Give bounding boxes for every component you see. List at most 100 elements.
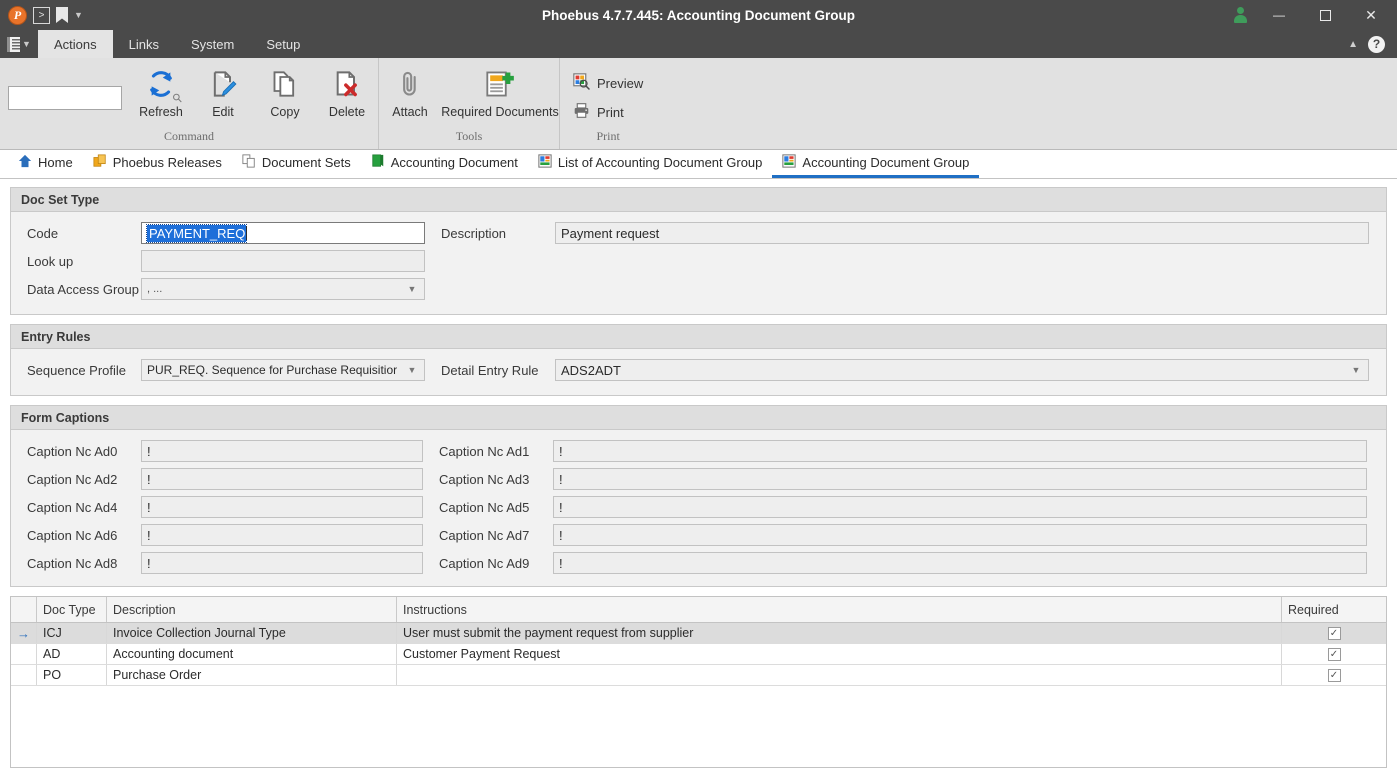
tab-list-of-accounting-document-group[interactable]: List of Accounting Document Group [528, 150, 773, 178]
search-box[interactable]: ⚲ [8, 86, 185, 110]
caption-nc-ad1-input[interactable]: ! [553, 440, 1367, 462]
delete-icon [333, 68, 361, 100]
cell-required[interactable]: ✓ [1282, 644, 1386, 664]
cell-doc-type[interactable]: AD [37, 644, 107, 664]
user-account-icon[interactable] [1225, 0, 1255, 30]
grid-header-description[interactable]: Description [107, 597, 397, 622]
close-button[interactable] [1349, 0, 1393, 30]
chevron-down-icon[interactable]: ▼ [74, 10, 83, 20]
caption-nc-ad2-input[interactable]: ! [141, 468, 423, 490]
cell-description[interactable]: Invoice Collection Journal Type [107, 623, 397, 643]
row-sequence-profile: Sequence Profile PUR_REQ. Sequence for P… [11, 357, 1386, 383]
minimize-button[interactable] [1257, 0, 1301, 30]
menu-item-setup[interactable]: Setup [250, 30, 316, 58]
menu-item-links[interactable]: Links [113, 30, 175, 58]
attach-button[interactable]: Attach [379, 64, 441, 119]
printer-icon [573, 102, 590, 122]
copy-icon [271, 68, 299, 100]
panel-entry-rules-body: Sequence Profile PUR_REQ. Sequence for P… [11, 349, 1386, 395]
required-documents-icon [485, 68, 515, 100]
cell-description[interactable]: Purchase Order [107, 665, 397, 685]
caption-nc-ad8-input[interactable]: ! [141, 552, 423, 574]
look-up-input[interactable] [141, 250, 425, 272]
collapse-ribbon-icon[interactable]: ▲ [1348, 39, 1358, 50]
row-indicator-icon [11, 665, 37, 685]
cell-required[interactable]: ✓ [1282, 623, 1386, 643]
caption-nc-ad4-label: Caption Nc Ad4 [27, 499, 118, 515]
preview-icon [573, 73, 590, 93]
maximize-button[interactable] [1303, 0, 1347, 30]
menu-item-actions[interactable]: Actions [38, 30, 113, 58]
required-checkbox[interactable]: ✓ [1327, 668, 1341, 682]
cell-instructions[interactable] [397, 665, 1282, 685]
application-menu-button[interactable]: ▼ [0, 30, 38, 58]
text-caret [246, 226, 248, 240]
tab-accounting-document[interactable]: Accounting Document [361, 150, 528, 178]
edit-button[interactable]: Edit [192, 64, 254, 119]
tab-home-label: Home [38, 155, 73, 170]
detail-entry-rule-value: ADS2ADT [561, 362, 621, 378]
description-input[interactable]: Payment request [555, 222, 1369, 244]
cell-doc-type[interactable]: PO [37, 665, 107, 685]
refresh-button[interactable]: Refresh [130, 64, 192, 119]
menu-item-actions-label: Actions [54, 36, 97, 52]
caption-nc-ad5-input[interactable]: ! [553, 496, 1367, 518]
caption-nc-ad9-input[interactable]: ! [553, 552, 1367, 574]
caption-nc-ad7-input[interactable]: ! [553, 524, 1367, 546]
code-input[interactable]: PAYMENT_REQ [141, 222, 425, 244]
tab-phoebus-releases[interactable]: Phoebus Releases [83, 150, 232, 178]
delete-button[interactable]: Delete [316, 64, 378, 119]
chevron-down-icon[interactable]: ▼ [405, 365, 419, 375]
data-access-group-select[interactable]: , ... ▼ [141, 278, 425, 300]
caption-nc-ad1-label: Caption Nc Ad1 [439, 443, 530, 459]
table-row[interactable]: AD Accounting document Customer Payment … [11, 644, 1386, 665]
cell-instructions[interactable]: User must submit the payment request fro… [397, 623, 1282, 643]
cell-instructions[interactable]: Customer Payment Request [397, 644, 1282, 664]
row-code: Code PAYMENT_REQ Description Payment req… [11, 220, 1386, 246]
print-button[interactable]: Print [570, 101, 646, 123]
chevron-down-icon: ▼ [22, 39, 31, 49]
sequence-profile-select[interactable]: PUR_REQ. Sequence for Purchase Requisiti… [141, 359, 425, 381]
tab-home[interactable]: Home [8, 150, 83, 178]
detail-entry-rule-select[interactable]: ADS2ADT ▼ [555, 359, 1369, 381]
chevron-down-icon[interactable]: ▼ [1349, 365, 1363, 375]
caption-nc-ad6-label: Caption Nc Ad6 [27, 527, 118, 543]
caption-nc-ad3-input[interactable]: ! [553, 468, 1367, 490]
panel-entry-rules-title: Entry Rules [11, 325, 1386, 349]
preview-button[interactable]: Preview [570, 72, 646, 94]
copy-button[interactable]: Copy [254, 64, 316, 119]
tab-document-sets[interactable]: Document Sets [232, 150, 361, 178]
tab-phoebus-releases-label: Phoebus Releases [112, 155, 222, 170]
console-icon[interactable]: > [33, 6, 50, 24]
cell-description[interactable]: Accounting document [107, 644, 397, 664]
grid-header-instructions[interactable]: Instructions [397, 597, 1282, 622]
row-indicator-icon: → [11, 623, 37, 643]
panel-doc-set-type-body: Code PAYMENT_REQ Description Payment req… [11, 212, 1386, 314]
preview-button-label: Preview [597, 75, 644, 91]
required-checkbox[interactable]: ✓ [1327, 626, 1341, 640]
chevron-down-icon[interactable]: ▼ [405, 284, 419, 294]
ribbon-group-tools-caption: Tools [455, 129, 483, 143]
row-caption-4-5: Caption Nc Ad4 ! Caption Nc Ad5 ! [11, 494, 1386, 520]
help-icon[interactable]: ? [1368, 35, 1385, 53]
look-up-label: Look up [27, 253, 74, 269]
table-row[interactable]: → ICJ Invoice Collection Journal Type Us… [11, 623, 1386, 644]
grid-header-required[interactable]: Required [1282, 597, 1386, 622]
bookmark-icon[interactable] [56, 7, 68, 23]
cell-required[interactable]: ✓ [1282, 665, 1386, 685]
caption-nc-ad6-input[interactable]: ! [141, 524, 423, 546]
caption-nc-ad2-value: ! [147, 471, 151, 487]
required-checkbox[interactable]: ✓ [1327, 647, 1341, 661]
delete-button-label: Delete [328, 105, 366, 119]
cell-doc-type[interactable]: ICJ [37, 623, 107, 643]
required-documents-button[interactable]: Required Documents [441, 64, 559, 119]
menu-item-system[interactable]: System [175, 30, 250, 58]
caption-nc-ad0-input[interactable]: ! [141, 440, 423, 462]
table-row[interactable]: PO Purchase Order ✓ [11, 665, 1386, 686]
grid-header-doc-type[interactable]: Doc Type [37, 597, 107, 622]
user-body-shape [1233, 15, 1247, 23]
tab-accounting-document-group[interactable]: Accounting Document Group [772, 150, 980, 178]
caption-nc-ad4-input[interactable]: ! [141, 496, 423, 518]
menu-bar: ▼ Actions Links System Setup ▲ ? [0, 30, 1397, 58]
ribbon-search-wrap: ⚲ [0, 64, 185, 110]
